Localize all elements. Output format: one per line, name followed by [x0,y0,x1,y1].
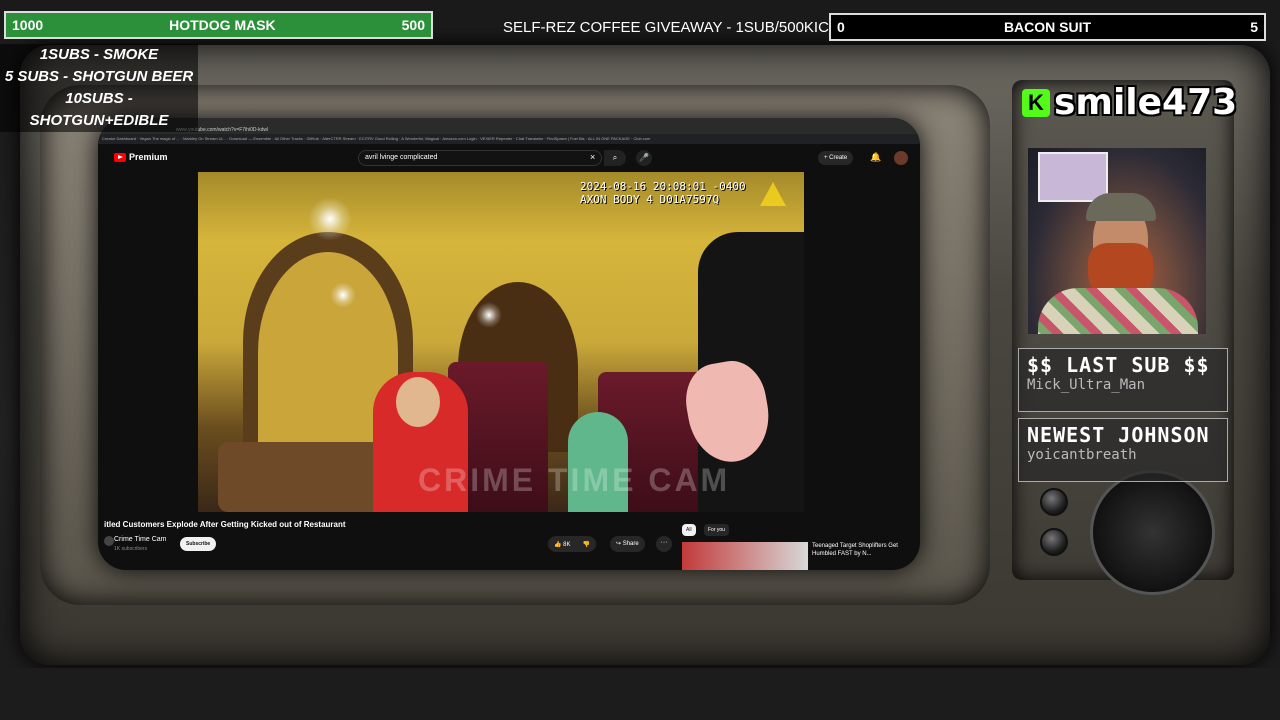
sub-rule: 1SUBS - SMOKE [39,46,159,63]
search-button[interactable]: ⌕ [604,150,626,166]
chip-for-you[interactable]: For you [704,524,729,536]
axon-logo-icon [760,182,786,206]
giveaway-banner: SELF-REZ COFFEE GIVEAWAY - 1SUB/500KICKS [503,19,849,36]
wall-poster [1038,152,1108,202]
goal-bar-hotdog-mask: 1000 HOTDOG MASK 500 [4,11,433,39]
dislike-icon[interactable]: 👎 [576,541,595,548]
like-button[interactable]: 👍 8K [548,541,576,548]
search-input[interactable]: avril lvinge complicated [358,150,602,166]
bookmarks-bar[interactable]: Creator Dashboard · Vegan The magic of .… [98,134,920,144]
last-sub-name: Mick_Ultra_Man [1027,377,1146,393]
newest-title: NEWEST JOHNSON [1027,423,1210,447]
floor [0,668,1280,720]
sub-rule: 10SUBS - SHOTGUN+EDIBLE [29,90,169,129]
youtube-brand: Premium [129,152,168,162]
ceiling-light [330,282,356,308]
channel-avatar[interactable] [104,536,114,546]
streamer-username: smile473 [1054,82,1238,123]
goal-label: BACON SUIT [1003,19,1092,35]
ceiling-light [476,302,502,328]
person-head [396,377,440,427]
video-watermark: CRIME TIME CAM [418,462,731,498]
last-sub-title: $$ LAST SUB $$ [1027,353,1210,377]
browser-tabbar: www.youtube.com/watch?v=F7ihi0D-kdwI [98,118,920,134]
goal-target: 5 [1250,19,1258,35]
table [218,442,388,512]
tv-screen: www.youtube.com/watch?v=F7ihi0D-kdwI Cre… [98,118,920,570]
youtube-play-icon [114,152,126,162]
tv-knob [1040,528,1068,556]
webcam-feed [1028,148,1206,334]
stream-scene: www.youtube.com/watch?v=F7ihi0D-kdwI Cre… [0,0,1280,720]
sub-rule: 5 SUBS - SHOTGUN BEER [4,68,194,85]
chip-all[interactable]: All [682,524,696,536]
ceiling-light [308,197,352,241]
clear-search-icon[interactable]: × [590,152,595,162]
recommended-thumbnail[interactable] [682,542,808,570]
goal-bar-bacon-suit: 0 BACON SUIT 5 [829,13,1266,41]
newest-name: yoicantbreath [1027,447,1137,463]
streamer-shirt [1038,288,1198,334]
youtube-logo[interactable]: Premium [114,152,168,162]
streamer-hat [1086,193,1156,221]
share-button[interactable]: ↪ Share [610,536,645,552]
last-sub-box: $$ LAST SUB $$ Mick_Ultra_Man [1018,348,1228,412]
video-player[interactable]: 2024-08-16 20:08:01 -0400 AXON BODY 4 D0… [198,172,804,512]
more-options-icon[interactable]: ··· [656,536,672,552]
kick-logo-icon: K [1022,88,1050,117]
recommended-title[interactable]: Teenaged Target Shoplifters Get Humbled … [812,542,912,558]
tv-knob [1040,488,1068,516]
channel-name[interactable]: Crime Time Cam [114,536,167,543]
like-dislike-group: 👍 8K 👎 [548,536,596,552]
goal-current: 1000 [12,17,44,33]
sub-rules-list: 1SUBS - SMOKE 5 SUBS - SHOTGUN BEER 10SU… [0,44,198,132]
tv-dial [1090,470,1215,595]
channel-subscribers: 1K subscribers [114,546,148,552]
goal-current: 0 [837,19,845,35]
bodycam-overlay: 2024-08-16 20:08:01 -0400 AXON BODY 4 D0… [580,180,746,206]
bodycam-device: AXON BODY 4 D01A7597Q [580,193,720,206]
create-button[interactable]: + Create [818,151,854,165]
video-title: itled Customers Explode After Getting Ki… [104,520,346,529]
goal-target: 500 [401,17,425,33]
goal-label: HOTDOG MASK [169,17,276,33]
account-avatar[interactable] [894,151,908,165]
bell-icon[interactable]: 🔔 [870,152,881,163]
subscribe-button[interactable]: Subscribe [180,537,217,551]
newest-follower-box: NEWEST JOHNSON yoicantbreath [1018,418,1228,482]
bodycam-timestamp: 2024-08-16 20:08:01 -0400 [580,180,746,193]
mic-icon[interactable]: 🎤 [636,150,652,166]
kick-username: K smile473 [1022,82,1237,123]
